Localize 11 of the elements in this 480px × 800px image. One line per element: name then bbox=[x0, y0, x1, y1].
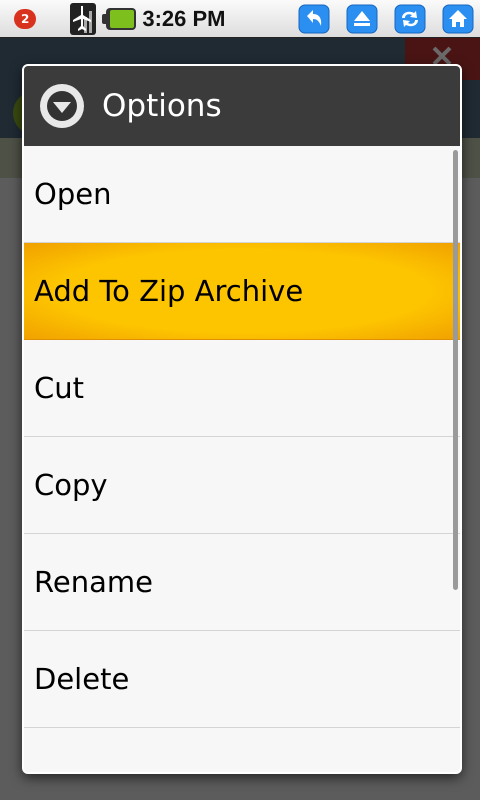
battery-icon bbox=[102, 6, 136, 30]
eject-icon[interactable] bbox=[346, 4, 378, 34]
dropdown-circle-icon bbox=[38, 82, 86, 130]
menu-item[interactable]: Add To Zip Archive bbox=[24, 243, 460, 340]
home-icon[interactable] bbox=[442, 4, 474, 34]
dialog-title: Options bbox=[102, 88, 222, 124]
refresh-icon[interactable] bbox=[394, 4, 426, 34]
notification-badge[interactable]: 2 bbox=[14, 8, 36, 28]
menu-item[interactable]: Delete bbox=[24, 631, 460, 728]
airplane-signal-icon bbox=[70, 2, 96, 34]
clock-time: 3:26 PM bbox=[142, 6, 226, 32]
